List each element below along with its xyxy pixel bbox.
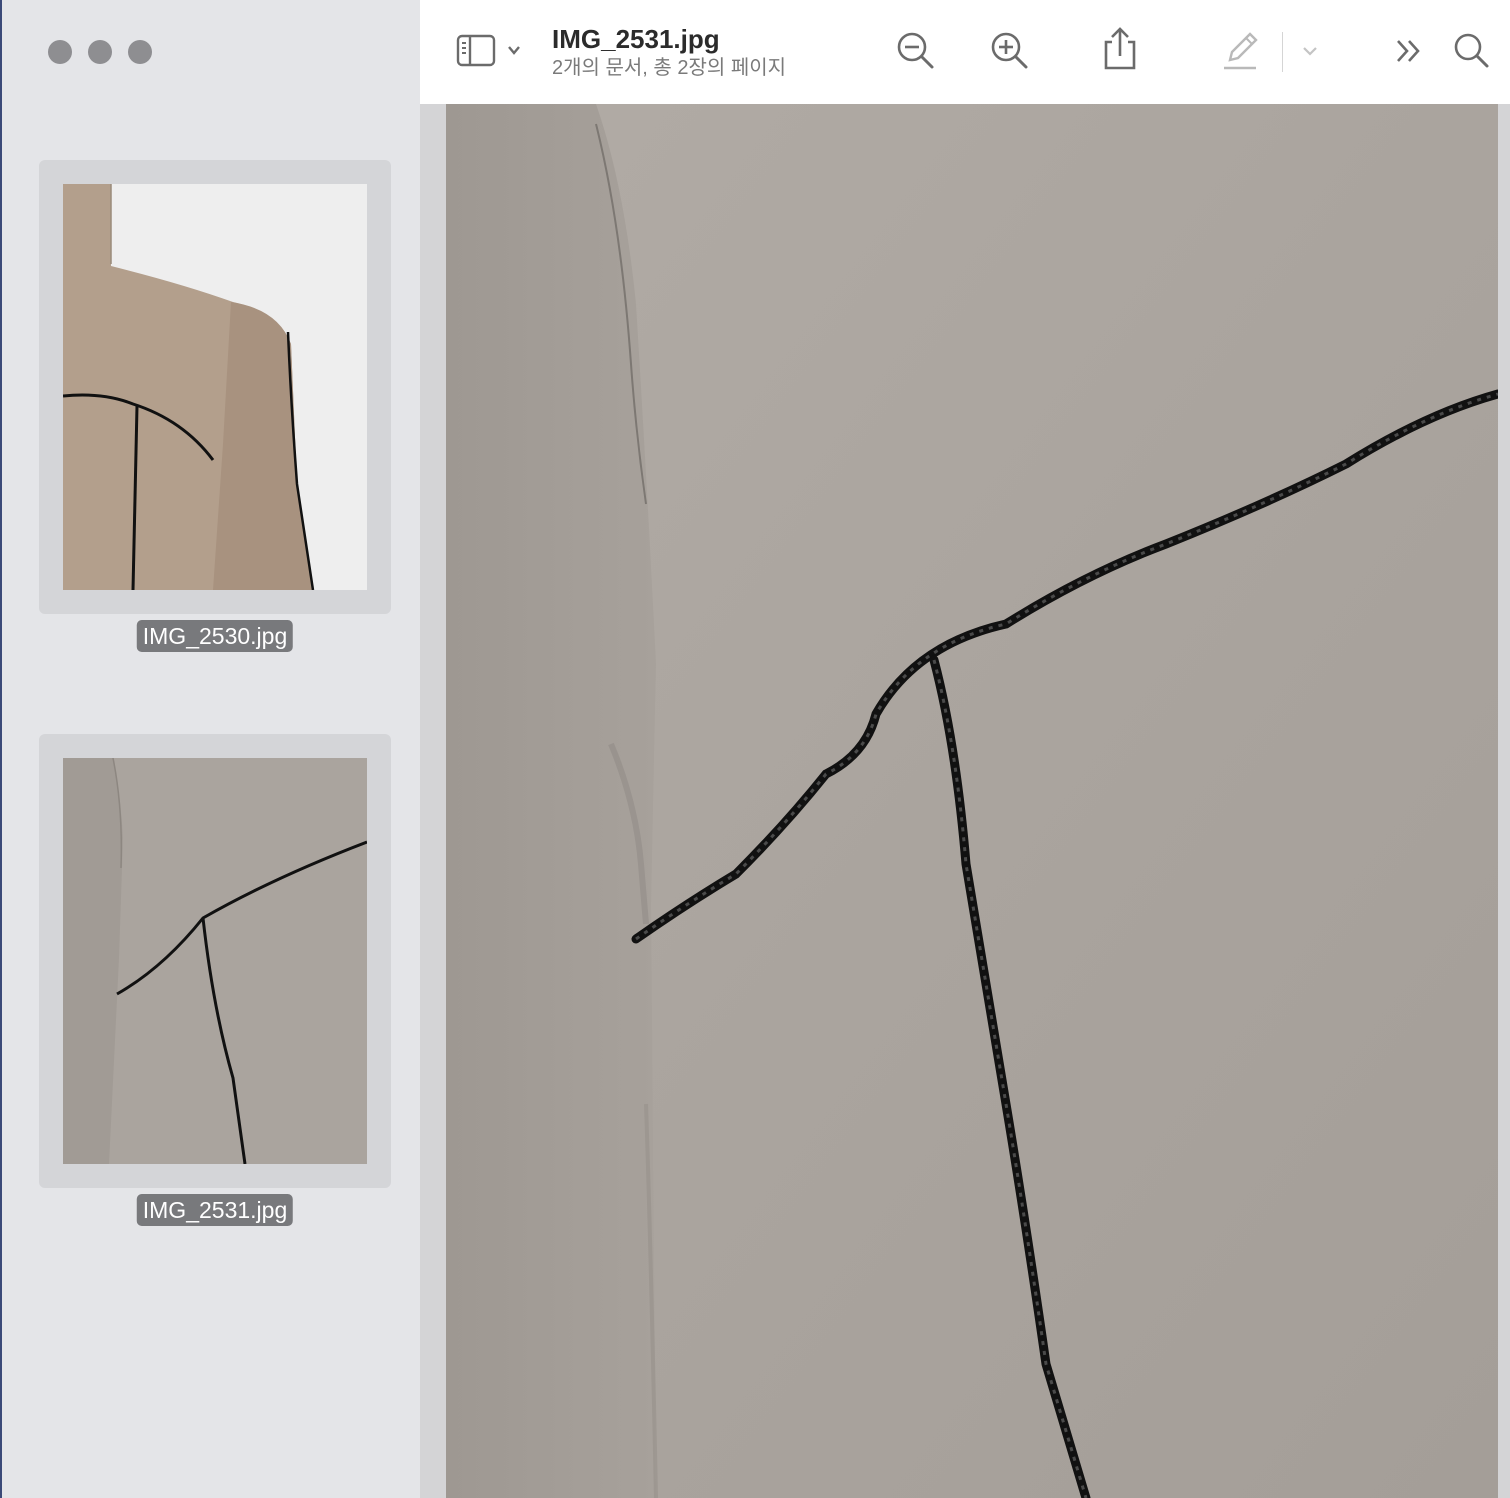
thumbnail-card-2[interactable]: IMG_2531.jpg — [39, 734, 391, 1226]
zoom-in-icon — [991, 32, 1028, 69]
more-tools-button[interactable] — [1392, 26, 1426, 76]
share-icon — [1104, 27, 1136, 70]
zoom-out-button[interactable] — [896, 26, 936, 76]
thumbnail-label-1: IMG_2530.jpg — [136, 620, 294, 652]
chevron-down-icon — [508, 46, 520, 55]
search-icon — [1454, 33, 1489, 68]
window-controls — [48, 40, 152, 64]
search-button[interactable] — [1452, 26, 1492, 76]
zoom-window-button[interactable] — [128, 40, 152, 64]
toolbar-separator — [1282, 32, 1283, 72]
main-image — [446, 104, 1498, 1498]
document-subtitle: 2개의 문서, 총 2장의 페이지 — [552, 57, 787, 79]
more-chevrons-icon — [1397, 40, 1420, 62]
thumbnail-card-1[interactable]: IMG_2530.jpg — [39, 160, 391, 652]
image-viewer — [420, 104, 1510, 1498]
chevron-down-icon — [1303, 47, 1317, 56]
share-button[interactable] — [1100, 24, 1140, 74]
minimize-window-button[interactable] — [88, 40, 112, 64]
document-title: IMG_2531.jpg — [552, 24, 720, 54]
thumbnail-label-2: IMG_2531.jpg — [136, 1194, 294, 1226]
sidebar: IMG_2530.jpg IMG_2531.jpg — [0, 0, 420, 1498]
zoom-in-button[interactable] — [990, 26, 1030, 76]
zoom-out-icon — [897, 32, 934, 69]
sidebar-toggle-icon — [456, 34, 520, 67]
sidebar-toggle-button[interactable] — [456, 26, 522, 76]
markup-options-button[interactable] — [1300, 26, 1320, 76]
close-window-button[interactable] — [48, 40, 72, 64]
thumbnail-image-1 — [63, 184, 367, 590]
thumbnail-image-2 — [63, 758, 367, 1164]
markup-pencil-icon — [1224, 32, 1258, 70]
markup-button[interactable] — [1220, 24, 1260, 74]
toolbar: IMG_2531.jpg 2개의 문서, 총 2장의 페이지 — [420, 0, 1510, 104]
